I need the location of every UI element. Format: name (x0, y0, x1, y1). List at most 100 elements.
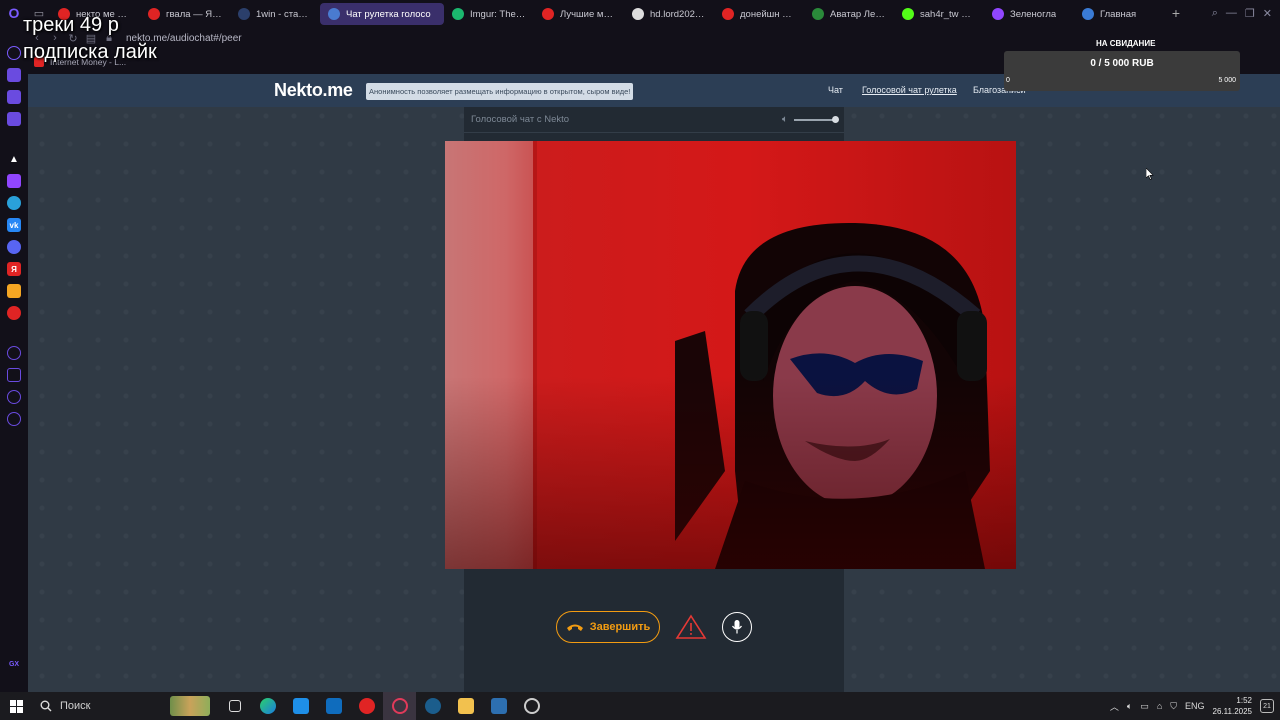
browser-tab[interactable]: Imgur: The ma (444, 3, 534, 25)
task-view-button[interactable] (218, 692, 251, 720)
browser-tab[interactable]: Чат рулетка голосо (320, 3, 444, 25)
report-button[interactable] (674, 612, 708, 642)
browser-tab-label: Лучшие моме (560, 8, 616, 20)
nav-voice-chat-link[interactable]: Голосовой чат рулетка (862, 85, 957, 95)
clock-icon[interactable] (7, 346, 21, 360)
browser-tab-label: Главная (1100, 8, 1137, 20)
speaker-icon[interactable]: 🔈︎ (782, 114, 788, 125)
system-tray: ︿ 🔈︎ ▭ ⌂ ⛉ ENG 1:52 26.11.2025 21 (1110, 695, 1280, 717)
kick-icon (902, 8, 914, 20)
explorer-button[interactable] (449, 692, 482, 720)
notification-badge[interactable]: 21 (1260, 699, 1274, 713)
microphone-icon (731, 620, 743, 634)
clock[interactable]: 1:52 26.11.2025 (1213, 695, 1252, 717)
yandex-browser-button[interactable] (350, 692, 383, 720)
avatar-icon (812, 8, 824, 20)
twitch-icon (992, 8, 1004, 20)
restore-icon[interactable]: ❐ (1245, 7, 1255, 20)
gx-corner-icon[interactable] (7, 90, 21, 104)
obs-button[interactable] (515, 692, 548, 720)
donation-max: 5 000 (1218, 77, 1236, 84)
store-button[interactable] (284, 692, 317, 720)
speaker-icon (328, 8, 340, 20)
tray-chevron-icon[interactable]: ︿ (1110, 700, 1119, 713)
film-icon (632, 8, 644, 20)
yandex-icon (358, 698, 375, 714)
browser-tab-bar: O ▭ некто ме — Янгвала — Яндекс1win - ст… (0, 0, 1280, 26)
search-placeholder: Поиск (60, 700, 91, 712)
gx-icon[interactable]: GX (9, 661, 19, 668)
steam-icon (424, 698, 441, 714)
browser-tab[interactable]: Аватар Леген (804, 3, 894, 25)
language-indicator[interactable]: ENG (1185, 701, 1205, 711)
telegram-icon[interactable] (7, 196, 21, 210)
windows-icon (9, 699, 23, 713)
nav-chat-link[interactable]: Чат (828, 85, 843, 95)
edge-button[interactable] (251, 692, 284, 720)
settings-icon[interactable] (7, 412, 21, 426)
browser-tab[interactable]: Зеленогла (984, 3, 1074, 25)
outlook-button[interactable] (317, 692, 350, 720)
edge-icon (259, 698, 276, 714)
gx-control-icon[interactable] (7, 68, 21, 82)
browser-sidebar: ▲ vk Я GX (0, 26, 28, 692)
opera-gx-icon (391, 698, 408, 714)
browser-tab[interactable]: Лучшие моме (534, 3, 624, 25)
store-icon (292, 698, 309, 714)
history-icon[interactable] (7, 46, 21, 60)
end-call-button[interactable]: Завершить (556, 611, 660, 643)
music-icon[interactable] (7, 284, 21, 298)
discord-icon[interactable] (7, 240, 21, 254)
browser-tab[interactable]: 1win - ставки н (230, 3, 320, 25)
overlay-line-sub: подписка лайк (23, 41, 157, 63)
chat-title: Голосовой чат с Nekto (471, 114, 570, 125)
search-tabs-icon[interactable]: ⌕ (1212, 7, 1218, 20)
volume-control[interactable]: 🔈︎ (782, 114, 839, 125)
volume-icon[interactable]: 🔈︎ (1127, 701, 1132, 712)
browser-tab[interactable]: sah4r_tw Strea (894, 3, 984, 25)
display-icon[interactable]: ▭ (1140, 701, 1149, 712)
browser-tab[interactable]: Главная (1074, 3, 1164, 25)
close-icon[interactable]: ✕ (1263, 7, 1272, 20)
browser-tab-label: Чат рулетка голосо (346, 8, 431, 20)
twitch-icon[interactable] (7, 174, 21, 188)
call-controls: Завершить (464, 607, 844, 647)
webcam-shade (445, 141, 1016, 569)
yandex-icon (722, 8, 734, 20)
browser-tab-label: 1win - ставки н (256, 8, 312, 20)
aria-icon[interactable]: ▲ (7, 152, 21, 166)
browser-tab[interactable]: hd.lord2026.ru (624, 3, 714, 25)
warning-icon (675, 614, 707, 639)
shield-icon[interactable]: ⛉ (1170, 701, 1177, 712)
app-button[interactable] (482, 692, 515, 720)
new-tab-icon[interactable]: + (1164, 5, 1188, 21)
site-logo[interactable]: Nekto.me (274, 80, 353, 101)
steam-button[interactable] (416, 692, 449, 720)
downloads-icon[interactable] (7, 368, 21, 382)
cleaner-icon[interactable] (7, 112, 21, 126)
browser-tab-label: hd.lord2026.ru (650, 8, 706, 20)
browser-tab[interactable]: донейшн алер (714, 3, 804, 25)
end-call-label: Завершить (589, 621, 651, 633)
volume-slider[interactable] (794, 115, 839, 123)
opera-gx-button[interactable] (383, 692, 416, 720)
browser-tab-label: донейшн алер (740, 8, 796, 20)
window-controls: ⌕ — ❐ ✕ (1212, 7, 1280, 20)
microphone-button[interactable] (722, 612, 752, 642)
obs-icon (523, 698, 540, 714)
divider (464, 132, 844, 133)
browser-tab-label: sah4r_tw Strea (920, 8, 976, 20)
start-button[interactable] (0, 692, 32, 720)
tabs-container: некто ме — Янгвала — Яндекс1win - ставки… (50, 1, 1164, 25)
minimize-icon[interactable]: — (1226, 7, 1237, 20)
chat-bubble-icon[interactable] (7, 390, 21, 404)
vk-icon[interactable]: vk (7, 218, 21, 232)
browser-tab-label: Аватар Леген (830, 8, 886, 20)
overlay-line-tracks: треки 49 р (23, 14, 119, 36)
aliexpress-icon[interactable] (7, 306, 21, 320)
volume-knob[interactable] (832, 115, 839, 123)
home-icon (1082, 8, 1094, 20)
network-icon[interactable]: ⌂ (1157, 701, 1162, 711)
yandex-icon[interactable]: Я (7, 262, 21, 276)
taskbar-search[interactable]: Поиск (32, 692, 218, 720)
